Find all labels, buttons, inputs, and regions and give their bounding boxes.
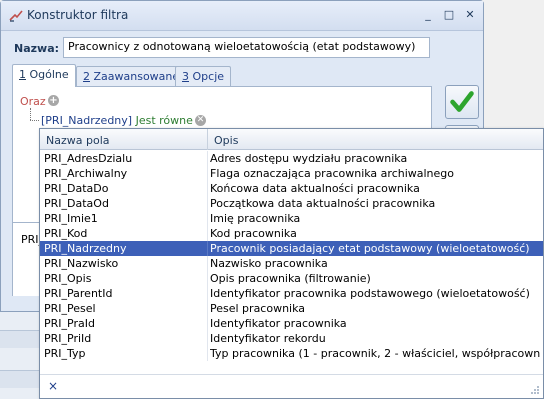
- field-name-cell: PRI_DataDo: [44, 182, 109, 195]
- cell-divider: [207, 346, 208, 361]
- tab-options[interactable]: 3 Opcje: [175, 66, 232, 86]
- field-description-cell: Końcowa data aktualności pracownika: [210, 182, 420, 195]
- field-description-cell: Imię pracownika: [210, 212, 301, 225]
- resize-grip-icon[interactable]: [530, 385, 540, 395]
- field-name-cell: PRI_PraId: [44, 317, 95, 330]
- remove-condition-icon[interactable]: ✕: [195, 115, 206, 126]
- tab-number: 3: [182, 70, 189, 83]
- cell-divider: [207, 256, 208, 271]
- table-row[interactable]: PRI_Imie1 Imię pracownika: [40, 211, 543, 226]
- table-row[interactable]: PRI_PriId Identyfikator rekordu: [40, 331, 543, 346]
- ok-button[interactable]: [445, 85, 479, 119]
- column-header-description[interactable]: Opis: [214, 134, 238, 147]
- tab-label: Ogólne: [29, 68, 69, 81]
- field-name-cell: PRI_Pesel: [44, 302, 96, 315]
- field-description-cell: Pesel pracownika: [210, 302, 306, 315]
- cell-divider: [207, 196, 208, 211]
- title-bar: Konstruktor filtra _ □ ✕: [1, 1, 483, 31]
- field-name-cell: PRI_Imie1: [44, 212, 98, 225]
- field-description-cell: Flaga oznaczająca pracownika archiwalneg…: [210, 167, 455, 180]
- field-name-cell: PRI_Nazwisko: [44, 257, 119, 270]
- table-row[interactable]: PRI_Typ Typ pracownika (1 - pracownik, 2 …: [40, 346, 543, 361]
- tab-number: 2: [83, 70, 90, 83]
- field-description-cell: Adres dostępu wydziału pracownika: [210, 152, 408, 165]
- field-name-cell: PRI_ParentId: [44, 287, 113, 300]
- filter-app-icon: [9, 10, 23, 22]
- table-row[interactable]: PRI_DataDo Końcowa data aktualności praco…: [40, 181, 543, 196]
- field-name-cell: PRI_Kod: [44, 227, 88, 240]
- field-description-cell: Nazwisko pracownika: [210, 257, 328, 270]
- cell-divider: [207, 271, 208, 286]
- maximize-icon[interactable]: □: [440, 7, 458, 23]
- cell-divider: [207, 331, 208, 346]
- field-description-cell: Identyfikator pracownika: [210, 317, 347, 330]
- field-description-cell: Pracownik posiadający etat podstawowy (w…: [210, 242, 530, 255]
- condition-operator[interactable]: Jest równe: [136, 114, 193, 127]
- close-popup-icon[interactable]: ×: [48, 379, 58, 393]
- table-row[interactable]: PRI_Opis Opis pracownika (filtrowanie): [40, 271, 543, 286]
- field-name-cell: PRI_Typ: [44, 347, 86, 360]
- tree-connector: [30, 120, 39, 121]
- filter-condition[interactable]: [PRI_Nadrzedny] Jest równe 1: [41, 114, 203, 127]
- tab-label: Opcje: [192, 70, 225, 83]
- field-description-cell: Opis pracownika (filtrowanie): [210, 272, 371, 285]
- close-icon[interactable]: ✕: [461, 7, 479, 23]
- cell-divider: [207, 316, 208, 331]
- tree-root-and[interactable]: Oraz: [20, 95, 46, 108]
- field-description-cell: Identyfikator pracownika podstawowego (w…: [210, 287, 530, 300]
- field-description-cell: Kod pracownika: [210, 227, 297, 240]
- table-row[interactable]: PRI_DataOd Początkowa data aktualności pr…: [40, 196, 543, 211]
- cell-divider: [207, 241, 208, 256]
- tab-number: 1: [19, 68, 26, 81]
- tab-label: Zaawansowane: [93, 70, 180, 83]
- tab-general[interactable]: 1 Ogólne: [12, 64, 76, 87]
- table-row[interactable]: PRI_Nadrzedny Pracownik posiadający etat …: [40, 241, 543, 256]
- background-strip: [0, 370, 40, 388]
- field-name-cell: PRI_Archiwalny: [44, 167, 128, 180]
- table-row[interactable]: PRI_PraId Identyfikator pracownika: [40, 316, 543, 331]
- add-condition-icon[interactable]: +: [48, 95, 59, 106]
- background-strip: [0, 330, 40, 348]
- cell-divider: [207, 151, 208, 166]
- grid-header: Nazwa pola Opis: [40, 129, 543, 150]
- table-row[interactable]: PRI_Pesel Pesel pracownika: [40, 301, 543, 316]
- name-label: Nazwa:: [14, 42, 60, 55]
- cell-divider: [207, 181, 208, 196]
- condition-field[interactable]: [PRI_Nadrzedny]: [41, 114, 132, 127]
- field-name-cell: PRI_DataOd: [44, 197, 109, 210]
- tab-advanced[interactable]: 2 Zaawansowane: [76, 66, 187, 86]
- cell-divider: [207, 301, 208, 316]
- field-name-cell: PRI_Opis: [44, 272, 92, 285]
- field-description-cell: Identyfikator rekordu: [210, 332, 326, 345]
- field-name-cell: PRI_AdresDzialu: [44, 152, 133, 165]
- cell-divider: [207, 226, 208, 241]
- table-row[interactable]: PRI_Kod Kod pracownika: [40, 226, 543, 241]
- table-row[interactable]: PRI_Nazwisko Nazwisko pracownika: [40, 256, 543, 271]
- window-title: Konstruktor filtra: [27, 8, 129, 22]
- table-row[interactable]: PRI_AdresDzialu Adres dostępu wydziału pr…: [40, 151, 543, 166]
- field-description-cell: Początkowa data aktualności pracownika: [210, 197, 436, 210]
- field-name-cell: PRI_PriId: [44, 332, 92, 345]
- field-picker-popup: Nazwa pola Opis PRI_AdresDzialu Adres dos…: [39, 128, 544, 399]
- column-header-name[interactable]: Nazwa pola: [46, 134, 110, 147]
- tree-connector: [30, 108, 31, 120]
- grid-footer: ×: [40, 374, 543, 398]
- checkmark-icon: [450, 91, 474, 112]
- cell-divider: [207, 166, 208, 181]
- grid-rows: PRI_AdresDzialu Adres dostępu wydziału pr…: [40, 151, 543, 361]
- minimize-icon[interactable]: _: [419, 7, 437, 23]
- cell-divider: [207, 211, 208, 226]
- table-row[interactable]: PRI_ParentId Identyfikator pracownika pod…: [40, 286, 543, 301]
- column-separator[interactable]: [207, 129, 208, 150]
- field-name-cell: PRI_Nadrzedny: [44, 242, 127, 255]
- table-row[interactable]: PRI_Archiwalny Flaga oznaczająca pracowni…: [40, 166, 543, 181]
- cell-divider: [207, 286, 208, 301]
- field-description-cell: Typ pracownika (1 - pracownik, 2 - właśc…: [210, 347, 540, 360]
- name-input[interactable]: Pracownicy z odnotowaną wieloetatowością…: [63, 37, 430, 58]
